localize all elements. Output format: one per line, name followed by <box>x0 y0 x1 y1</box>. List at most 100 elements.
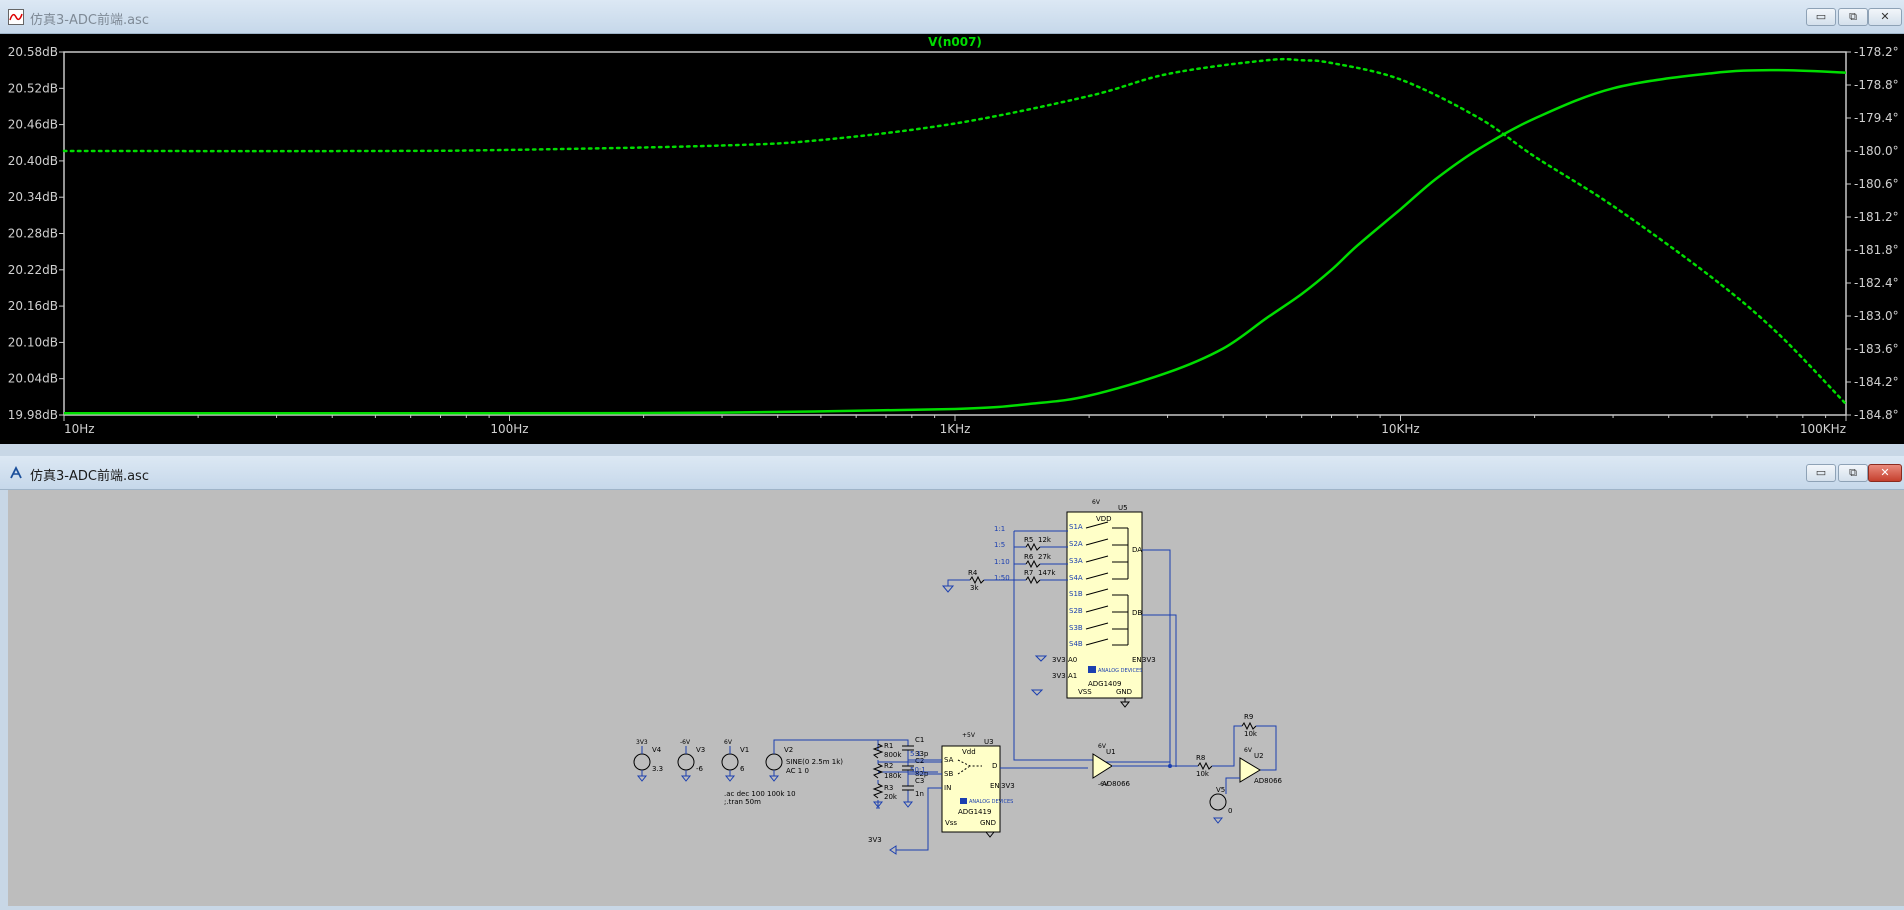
ratio-1-10: 1:10 <box>994 558 1010 566</box>
v1-source[interactable]: V1 6V 6 <box>721 739 749 782</box>
phase-trace[interactable] <box>62 57 1848 406</box>
u5-a0: A0 <box>1068 656 1077 664</box>
y-left-tick-label: 20.46dB <box>8 118 58 132</box>
c3-value: 1n <box>915 790 924 798</box>
minimize-button[interactable]: ▭ <box>1806 464 1836 482</box>
net-3v3-label: 3V3 <box>868 836 882 844</box>
waveform-window-title: 仿真3-ADC前端.asc <box>30 13 149 28</box>
schematic-canvas[interactable]: U5 6V VDD S1A S2A S3A S4A S1B S2B S3B S4… <box>8 490 1904 906</box>
ratio-1-5: 1:5 <box>994 541 1005 549</box>
r8-symbol[interactable] <box>1197 761 1213 771</box>
u5-s3a: S3A <box>1069 557 1083 565</box>
u5-en-net: 3V3 <box>1142 656 1156 664</box>
r4-label: R4 <box>968 569 978 577</box>
r7-symbol[interactable] <box>1025 575 1041 585</box>
u1-neg-supply: -6V <box>1098 781 1109 788</box>
y-right-tick-label: -178.8° <box>1854 78 1899 92</box>
u5-s4b: S4B <box>1069 640 1083 648</box>
x-tick-label: 100Hz <box>490 422 528 436</box>
close-button[interactable]: ✕ <box>1868 8 1902 26</box>
schematic-window-title: 仿真3-ADC前端.asc <box>30 469 149 484</box>
u3-label: U3 <box>984 738 994 746</box>
u1-label: U1 <box>1106 748 1116 756</box>
u1-opamp[interactable] <box>1092 753 1113 779</box>
u5-s4a: S4A <box>1069 574 1083 582</box>
schematic-titlebar[interactable]: 仿真3-ADC前端.asc ▭ ⧉ ✕ <box>0 456 1904 490</box>
maximize-button[interactable]: ⧉ <box>1838 464 1868 482</box>
y-right-tick-label: -180.0° <box>1854 144 1899 158</box>
junction <box>1168 764 1172 768</box>
u5-da: DA <box>1132 546 1142 554</box>
u3-in: IN <box>944 784 951 792</box>
svg-text:AC 1 0: AC 1 0 <box>786 767 809 775</box>
minimize-button[interactable]: ▭ <box>1806 8 1836 26</box>
r6-symbol[interactable] <box>1025 559 1041 569</box>
close-button[interactable]: ✕ <box>1868 464 1902 482</box>
r5-value: 12k <box>1038 536 1052 544</box>
u2-pos-supply: 6V <box>1244 747 1253 754</box>
spice-directive-ac[interactable]: .ac dec 100 100k 10 <box>724 790 796 798</box>
u5-gnd: GND <box>1116 688 1132 696</box>
ground-icon <box>941 585 955 593</box>
svg-text:ANALOG DEVICES: ANALOG DEVICES <box>1098 668 1142 674</box>
schematic-drawing[interactable]: U5 6V VDD S1A S2A S3A S4A S1B S2B S3B S4… <box>8 490 1904 906</box>
y-right-tick-label: -184.2° <box>1854 375 1899 389</box>
r7-label: R7 <box>1024 569 1033 577</box>
x-tick-label: 10Hz <box>64 422 95 436</box>
y-right-tick-label: -181.8° <box>1854 243 1899 257</box>
y-left-tick-label: 19.98dB <box>8 408 58 422</box>
u3-vdd: Vdd <box>962 748 976 756</box>
y-left-tick-label: 20.10dB <box>8 335 58 349</box>
v2-source[interactable]: V2 SINE(0 2.5m 1k) AC 1 0 <box>765 739 848 782</box>
svg-text:V4: V4 <box>652 746 662 754</box>
v5-source[interactable]: V5 0 <box>1209 786 1232 824</box>
r4-symbol[interactable] <box>969 575 985 585</box>
svg-text:3.3: 3.3 <box>652 765 663 773</box>
svg-text:SINE(0 2.5m 1k): SINE(0 2.5m 1k) <box>786 758 843 766</box>
r3-label: R3 <box>884 784 893 792</box>
y-right-tick-label: -180.6° <box>1854 177 1899 191</box>
bode-plot[interactable]: V(n007) 20.58dB 20.52dB 20.46dB 20.40dB 20.3… <box>0 34 1904 444</box>
u5-vss: VSS <box>1078 688 1092 696</box>
u5-s1b: S1B <box>1069 590 1083 598</box>
r6-label: R6 <box>1024 553 1034 561</box>
u5-a1: A1 <box>1068 672 1077 680</box>
y-right-tick-label: -182.4° <box>1854 276 1899 290</box>
v3-source[interactable]: V3 -6V -6 <box>677 739 705 782</box>
u5-vdd-label: VDD <box>1096 515 1112 523</box>
spice-directive-tran[interactable]: ;.tran 50m <box>724 798 761 806</box>
r5-symbol[interactable] <box>1025 542 1041 552</box>
magnitude-trace[interactable] <box>63 68 1847 415</box>
net-50-1: 50:1 <box>910 766 926 774</box>
schematic-icon <box>10 465 22 479</box>
r3-value: 20k <box>884 793 898 801</box>
c3-label: C3 <box>915 777 924 785</box>
c3-symbol[interactable] <box>902 785 914 791</box>
v4-source[interactable]: V4 3V3 3.3 <box>633 739 663 782</box>
u5-s1a: S1A <box>1069 523 1083 531</box>
u5-gnd-symbol <box>1119 698 1131 708</box>
ground-icon <box>902 801 914 808</box>
y-left-tick-label: 20.34dB <box>8 190 58 204</box>
r9-symbol[interactable] <box>1241 721 1257 731</box>
u5-a0-net: 3V3 <box>1052 656 1066 664</box>
svg-text:6: 6 <box>740 765 745 773</box>
plot-title: V(n007) <box>928 35 982 49</box>
maximize-button[interactable]: ⧉ <box>1838 8 1868 26</box>
db-wire <box>1142 614 1177 767</box>
svg-text:-6: -6 <box>696 765 704 773</box>
r3-symbol[interactable] <box>872 783 884 799</box>
r2-symbol[interactable] <box>872 763 884 779</box>
svg-text:6V: 6V <box>724 739 733 746</box>
r8-label: R8 <box>1196 754 1205 762</box>
u2-part: AD8066 <box>1254 777 1283 785</box>
svg-text:3V3: 3V3 <box>636 739 648 746</box>
plot-area[interactable]: V(n007) 20.58dB 20.52dB 20.46dB 20.40dB 20.3… <box>0 34 1904 444</box>
waveform-titlebar[interactable]: 仿真3-ADC前端.asc ▭ ⧉ ✕ <box>0 0 1904 34</box>
svg-text:V3: V3 <box>696 746 705 754</box>
c2-label: C2 <box>915 757 924 765</box>
waveform-window[interactable]: 仿真3-ADC前端.asc ▭ ⧉ ✕ V(n007) 20.58dB 20.52… <box>0 0 1904 448</box>
y-left-tick-label: 20.04dB <box>8 372 58 386</box>
y-right-tick-label: -181.2° <box>1854 210 1899 224</box>
y-left-tick-label: 20.22dB <box>8 263 58 277</box>
